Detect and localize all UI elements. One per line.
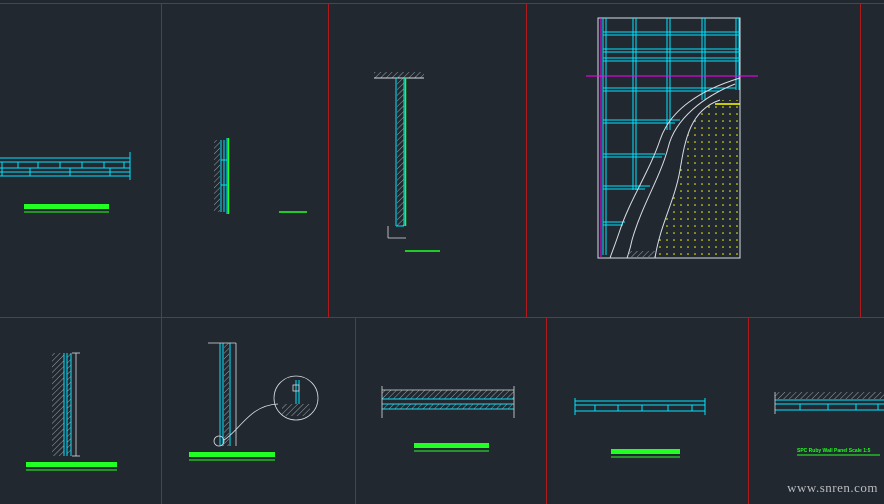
panel-4-elevation (586, 17, 758, 259)
panel-frame-lines (0, 3, 884, 504)
panel-6-wall-section-callout (189, 342, 319, 461)
panel-2-wall-section (214, 138, 307, 214)
panel-3-tall-wall-section (374, 72, 440, 252)
panel-9-label: SPC Ruby Wall Panel Scale 1:5 (797, 448, 871, 454)
panel-1-ceiling-section (0, 152, 131, 213)
panel-7-floor-section (381, 386, 515, 452)
panel-5-wall-section (26, 352, 117, 471)
watermark: www.snren.com (787, 480, 878, 495)
panel-9-floor-section: SPC Ruby Wall Panel Scale 1:5 (774, 392, 884, 456)
cad-drawing-canvas: SPC Ruby Wall Panel Scale 1:5 (0, 3, 884, 504)
panel-8-floor-section (574, 398, 706, 458)
title-bar (24, 204, 109, 209)
